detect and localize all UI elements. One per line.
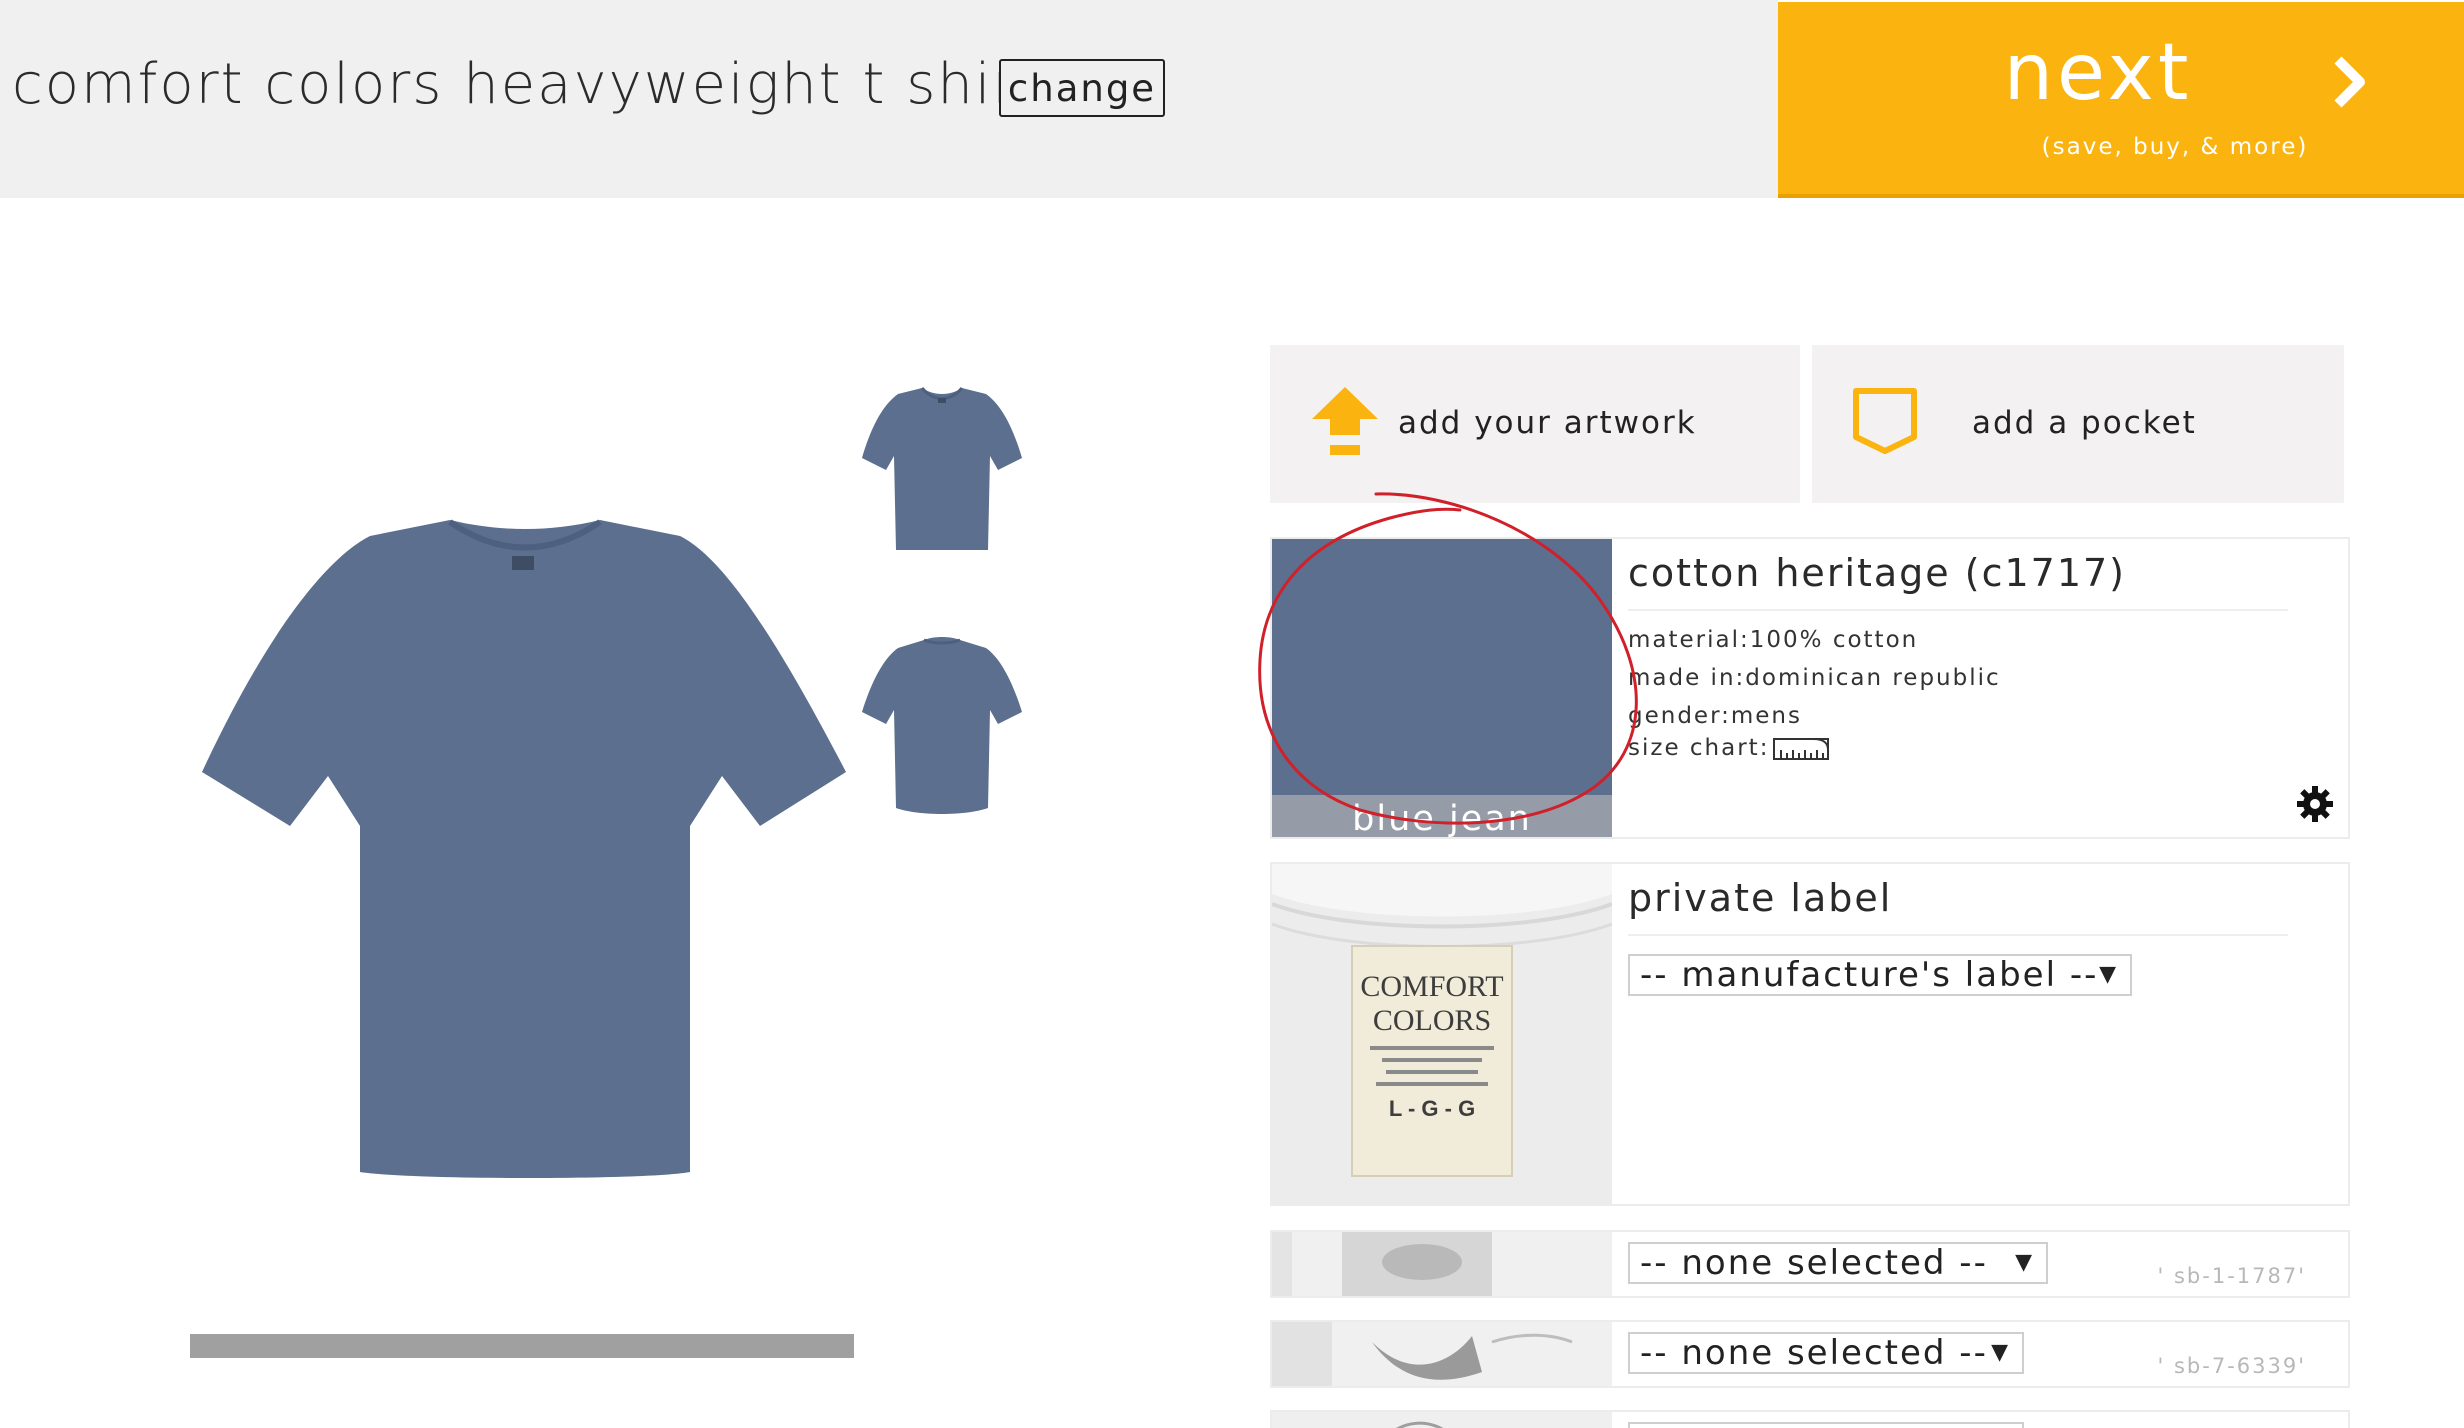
private-label-selected: -- manufacture's label -- <box>1640 955 2099 995</box>
divider <box>1628 609 2288 611</box>
option-select[interactable]: -- none selected -- ▼ <box>1628 1332 2024 1374</box>
next-button[interactable]: next (save, buy, & more) <box>1778 2 2464 198</box>
material-spec: material:100% cotton <box>1628 627 1919 653</box>
product-variant-title: cotton heritage (c1717) <box>1628 551 2127 595</box>
private-label-title: private label <box>1628 876 1893 920</box>
pocket-icon <box>1853 388 1917 454</box>
gender-spec: gender:mens <box>1628 703 1802 729</box>
add-pocket-tile[interactable]: add a pocket <box>1812 345 2344 503</box>
option-select[interactable] <box>1628 1422 2024 1428</box>
option-thumbnail <box>1272 1412 1612 1428</box>
add-artwork-label: add your artwork <box>1398 405 1697 441</box>
made-in-spec: made in:dominican republic <box>1628 665 2001 691</box>
size-chart-label: size chart: <box>1628 735 1770 761</box>
preview-scrollbar[interactable] <box>190 1334 854 1358</box>
next-button-label: next <box>2003 28 2193 118</box>
option-select[interactable]: -- none selected -- ▼ <box>1628 1242 2048 1284</box>
label-tag-photo: COMFORT COLORS L - G - G <box>1272 864 1612 1204</box>
option-row: -- none selected -- ▼ ' sb-7-6339' <box>1270 1320 2350 1388</box>
gear-icon[interactable] <box>2296 785 2334 823</box>
option-selected: -- none selected -- <box>1640 1243 1988 1283</box>
option-sku: ' sb-1-1787' <box>2157 1264 2306 1288</box>
change-product-button[interactable]: change <box>999 59 1165 117</box>
shirt-front-preview <box>202 519 846 1178</box>
tag-brand-line-1: COMFORT <box>1360 970 1503 1003</box>
private-label-select[interactable]: -- manufacture's label -- ▼ <box>1628 954 2132 996</box>
shirt-front-thumbnail[interactable] <box>862 384 1022 554</box>
option-thumbnail <box>1272 1322 1612 1386</box>
ruler-icon[interactable] <box>1773 737 1830 760</box>
option-sku: ' sb-7-6339' <box>2157 1354 2306 1378</box>
header-bar: comfort colors heavyweight t shirt chang… <box>0 0 1778 198</box>
add-artwork-tile[interactable]: add your artwork <box>1270 345 1800 503</box>
size-chart-spec: size chart: <box>1628 735 1830 761</box>
dropdown-arrow-icon: ▼ <box>2099 962 2118 987</box>
option-row <box>1270 1410 2350 1428</box>
private-label-card: COMFORT COLORS L - G - G private label -… <box>1270 862 2350 1206</box>
tag-brand-line-2: COLORS <box>1373 1004 1491 1037</box>
option-thumbnail <box>1272 1232 1612 1296</box>
shirt-back-thumbnail[interactable] <box>862 636 1022 816</box>
tag-sizes: L - G - G <box>1389 1096 1475 1121</box>
color-name: blue jean <box>1272 795 1612 837</box>
add-pocket-label: add a pocket <box>1972 405 2197 441</box>
product-designer-page: comfort colors heavyweight t shirt chang… <box>0 0 2464 1428</box>
upload-arrow-icon <box>1312 387 1378 455</box>
option-row: -- none selected -- ▼ ' sb-1-1787' <box>1270 1230 2350 1298</box>
divider <box>1628 934 2288 936</box>
chevron-right-icon <box>2334 56 2365 108</box>
product-title: comfort colors heavyweight t shirt <box>12 52 1042 117</box>
color-swatch[interactable]: blue jean <box>1272 539 1612 837</box>
option-selected: -- none selected -- <box>1640 1333 1988 1373</box>
product-color-card: blue jean cotton heritage (c1717) materi… <box>1270 537 2350 839</box>
next-button-sublabel: (save, buy, & more) <box>2041 134 2309 160</box>
dropdown-arrow-icon: ▼ <box>1991 1340 2010 1365</box>
dropdown-arrow-icon: ▼ <box>2015 1250 2034 1275</box>
